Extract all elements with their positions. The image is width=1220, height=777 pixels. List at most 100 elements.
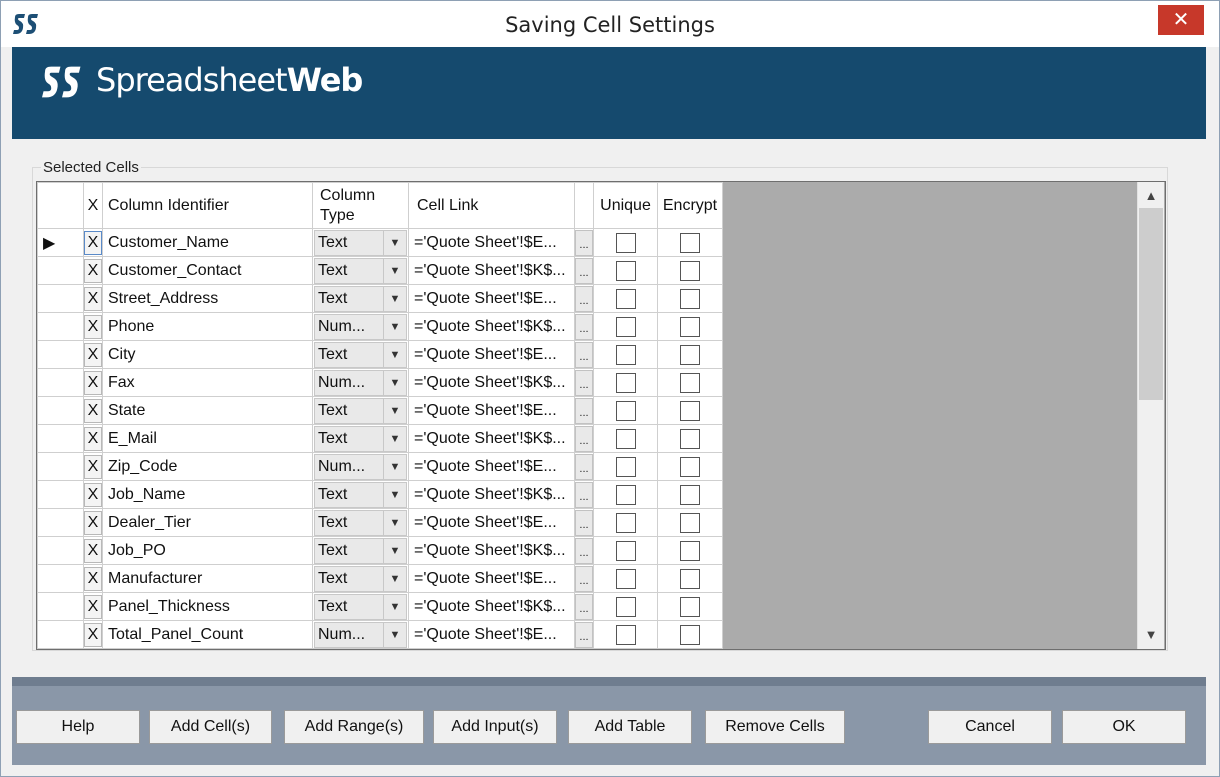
cell-link-cell[interactable]: ='Quote Sheet'!$E... bbox=[408, 228, 575, 257]
cell-link-browse-button[interactable]: ... bbox=[575, 537, 593, 564]
encrypt-checkbox[interactable] bbox=[680, 428, 700, 449]
table-row[interactable]: X State Text ▼ ='Quote Sheet'!$E...... bbox=[37, 396, 723, 425]
close-button[interactable]: ✕ bbox=[1158, 5, 1204, 35]
row-header[interactable] bbox=[37, 340, 84, 369]
cell-link-browse-button[interactable]: ... bbox=[575, 509, 593, 536]
header-x[interactable]: X bbox=[83, 182, 103, 229]
cell-link-browse-button[interactable]: ... bbox=[575, 397, 593, 424]
chevron-down-icon[interactable]: ▼ bbox=[383, 342, 406, 367]
encrypt-checkbox[interactable] bbox=[680, 288, 700, 309]
header-cell-link[interactable]: Cell Link bbox=[408, 182, 575, 229]
cell-link-cell[interactable]: ='Quote Sheet'!$E... bbox=[408, 508, 575, 537]
row-header[interactable] bbox=[37, 564, 84, 593]
table-row[interactable]: X Customer_Contact Text ▼ ='Quote Sheet'!$K$… bbox=[37, 256, 723, 285]
column-type-select[interactable]: Num... ▼ bbox=[314, 369, 407, 396]
remove-row-button[interactable]: X bbox=[84, 314, 102, 339]
column-identifier-cell[interactable]: Phone bbox=[102, 312, 313, 341]
encrypt-checkbox[interactable] bbox=[680, 232, 700, 253]
encrypt-checkbox[interactable] bbox=[680, 316, 700, 337]
cancel-button[interactable]: Cancel bbox=[928, 710, 1052, 744]
chevron-down-icon[interactable]: ▼ bbox=[383, 566, 406, 591]
column-type-select[interactable]: Text ▼ bbox=[314, 341, 407, 368]
cell-link-browse-button[interactable]: ... bbox=[575, 229, 593, 256]
row-header[interactable] bbox=[37, 620, 84, 649]
cell-link-browse-button[interactable]: ... bbox=[575, 369, 593, 396]
unique-checkbox[interactable] bbox=[615, 428, 636, 449]
remove-row-button[interactable]: X bbox=[84, 258, 102, 283]
cell-link-browse-button[interactable]: ... bbox=[575, 621, 593, 648]
unique-checkbox[interactable] bbox=[615, 316, 636, 337]
column-identifier-cell[interactable]: Zip_Code bbox=[102, 452, 313, 481]
unique-checkbox[interactable] bbox=[615, 456, 636, 477]
cell-link-browse-button[interactable]: ... bbox=[575, 285, 593, 312]
column-identifier-cell[interactable]: Street_Address bbox=[102, 284, 313, 313]
row-header[interactable] bbox=[37, 452, 84, 481]
table-row[interactable]: X Total_Panel_Count Num... ▼ ='Quote Sheet'!… bbox=[37, 620, 723, 649]
unique-checkbox[interactable] bbox=[615, 344, 636, 365]
column-type-select[interactable]: Text ▼ bbox=[314, 481, 407, 508]
cell-link-cell[interactable]: ='Quote Sheet'!$K$... bbox=[408, 592, 575, 621]
add-table-button[interactable]: Add Table bbox=[568, 710, 692, 744]
unique-checkbox[interactable] bbox=[615, 484, 636, 505]
column-identifier-cell[interactable]: City bbox=[102, 340, 313, 369]
chevron-down-icon[interactable]: ▼ bbox=[383, 426, 406, 451]
table-row[interactable]: X Dealer_Tier Text ▼ ='Quote Sheet'!$E...... bbox=[37, 508, 723, 537]
encrypt-checkbox[interactable] bbox=[680, 456, 700, 477]
cell-link-browse-button[interactable]: ... bbox=[575, 593, 593, 620]
column-type-select[interactable]: Text ▼ bbox=[314, 509, 407, 536]
table-row[interactable]: X Job_Name Text ▼ ='Quote Sheet'!$K$...... bbox=[37, 480, 723, 509]
help-button[interactable]: Help bbox=[16, 710, 140, 744]
chevron-down-icon[interactable]: ▼ bbox=[383, 510, 406, 535]
column-identifier-cell[interactable]: Dealer_Tier bbox=[102, 508, 313, 537]
column-identifier-cell[interactable]: Fax bbox=[102, 368, 313, 397]
cell-link-cell[interactable]: ='Quote Sheet'!$K$... bbox=[408, 312, 575, 341]
chevron-down-icon[interactable]: ▼ bbox=[383, 398, 406, 423]
scrollbar-thumb[interactable] bbox=[1139, 208, 1163, 400]
cell-link-browse-button[interactable]: ... bbox=[575, 425, 593, 452]
chevron-up-icon[interactable]: ▲ bbox=[1138, 182, 1164, 208]
cell-link-cell[interactable]: ='Quote Sheet'!$K$... bbox=[408, 368, 575, 397]
column-type-select[interactable]: Num... ▼ bbox=[314, 621, 407, 648]
remove-row-button[interactable]: X bbox=[84, 342, 102, 367]
cell-link-cell[interactable]: ='Quote Sheet'!$E... bbox=[408, 620, 575, 649]
cell-link-browse-button[interactable]: ... bbox=[575, 313, 593, 340]
remove-row-button[interactable]: X bbox=[84, 398, 102, 423]
remove-row-button[interactable]: X bbox=[84, 566, 102, 591]
unique-checkbox[interactable] bbox=[615, 372, 636, 393]
column-type-select[interactable]: Text ▼ bbox=[314, 257, 407, 284]
cell-link-browse-button[interactable]: ... bbox=[575, 565, 593, 592]
cell-link-cell[interactable]: ='Quote Sheet'!$E... bbox=[408, 340, 575, 369]
chevron-down-icon[interactable]: ▼ bbox=[383, 594, 406, 619]
vertical-scrollbar[interactable]: ▲ ▼ bbox=[1137, 182, 1164, 649]
cell-link-browse-button[interactable]: ... bbox=[575, 453, 593, 480]
cell-link-cell[interactable]: ='Quote Sheet'!$K$... bbox=[408, 536, 575, 565]
cell-link-cell[interactable]: ='Quote Sheet'!$K$... bbox=[408, 480, 575, 509]
column-identifier-cell[interactable]: Total_Panel_Count bbox=[102, 620, 313, 649]
remove-row-button[interactable]: X bbox=[84, 622, 102, 647]
row-header[interactable] bbox=[37, 480, 84, 509]
column-type-select[interactable]: Text ▼ bbox=[314, 537, 407, 564]
add-inputs-button[interactable]: Add Input(s) bbox=[433, 710, 557, 744]
remove-row-button[interactable]: X bbox=[84, 286, 102, 311]
remove-row-button[interactable]: X bbox=[84, 426, 102, 451]
unique-checkbox[interactable] bbox=[615, 260, 636, 281]
column-identifier-cell[interactable]: Customer_Name bbox=[102, 228, 313, 257]
encrypt-checkbox[interactable] bbox=[680, 596, 700, 617]
table-row[interactable]: X Panel_Thickness Text ▼ ='Quote Sheet'!$K$.… bbox=[37, 592, 723, 621]
header-column-identifier[interactable]: Column Identifier bbox=[102, 182, 313, 229]
row-header[interactable] bbox=[37, 536, 84, 565]
chevron-down-icon[interactable]: ▼ bbox=[383, 454, 406, 479]
column-identifier-cell[interactable]: Panel_Thickness bbox=[102, 592, 313, 621]
encrypt-checkbox[interactable] bbox=[680, 624, 700, 645]
add-ranges-button[interactable]: Add Range(s) bbox=[284, 710, 424, 744]
unique-checkbox[interactable] bbox=[615, 512, 636, 533]
cell-link-cell[interactable]: ='Quote Sheet'!$K$... bbox=[408, 424, 575, 453]
column-type-select[interactable]: Text ▼ bbox=[314, 593, 407, 620]
column-type-select[interactable]: Text ▼ bbox=[314, 425, 407, 452]
row-header[interactable] bbox=[37, 312, 84, 341]
cell-link-browse-button[interactable]: ... bbox=[575, 341, 593, 368]
cell-link-cell[interactable]: ='Quote Sheet'!$E... bbox=[408, 452, 575, 481]
cell-link-cell[interactable]: ='Quote Sheet'!$E... bbox=[408, 564, 575, 593]
chevron-down-icon[interactable]: ▼ bbox=[383, 538, 406, 563]
table-row[interactable]: X E_Mail Text ▼ ='Quote Sheet'!$K$...... bbox=[37, 424, 723, 453]
